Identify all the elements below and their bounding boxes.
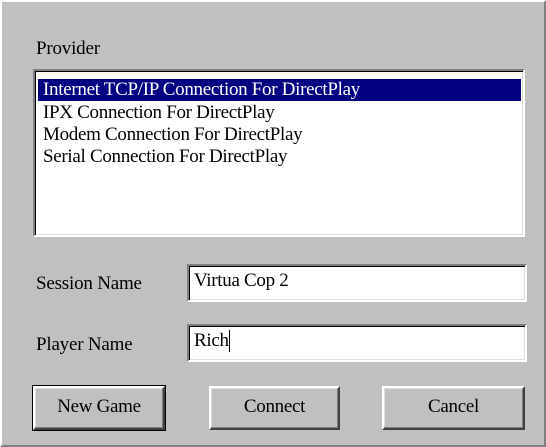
provider-item-ipx[interactable]: IPX Connection For DirectPlay xyxy=(38,102,275,124)
provider-item-modem[interactable]: Modem Connection For DirectPlay xyxy=(38,124,303,146)
player-name-label: Player Name xyxy=(36,334,133,355)
session-name-input[interactable]: Virtua Cop 2 xyxy=(187,264,527,302)
session-name-value: Virtua Cop 2 xyxy=(194,270,289,291)
cancel-button[interactable]: Cancel xyxy=(382,386,525,430)
provider-label: Provider xyxy=(36,38,100,59)
new-game-button[interactable]: New Game xyxy=(32,385,166,431)
player-name-input[interactable]: Rich xyxy=(187,324,527,362)
provider-item-tcpip[interactable]: Internet TCP/IP Connection For DirectPla… xyxy=(38,79,521,101)
player-name-value: Rich xyxy=(194,330,229,351)
session-name-label: Session Name xyxy=(36,273,142,294)
text-caret xyxy=(228,329,230,352)
provider-item-serial[interactable]: Serial Connection For DirectPlay xyxy=(38,146,288,168)
connect-button[interactable]: Connect xyxy=(209,386,340,430)
provider-listbox[interactable]: Internet TCP/IP Connection For DirectPla… xyxy=(33,69,525,237)
directplay-connection-dialog: Provider Internet TCP/IP Connection For … xyxy=(0,0,546,447)
